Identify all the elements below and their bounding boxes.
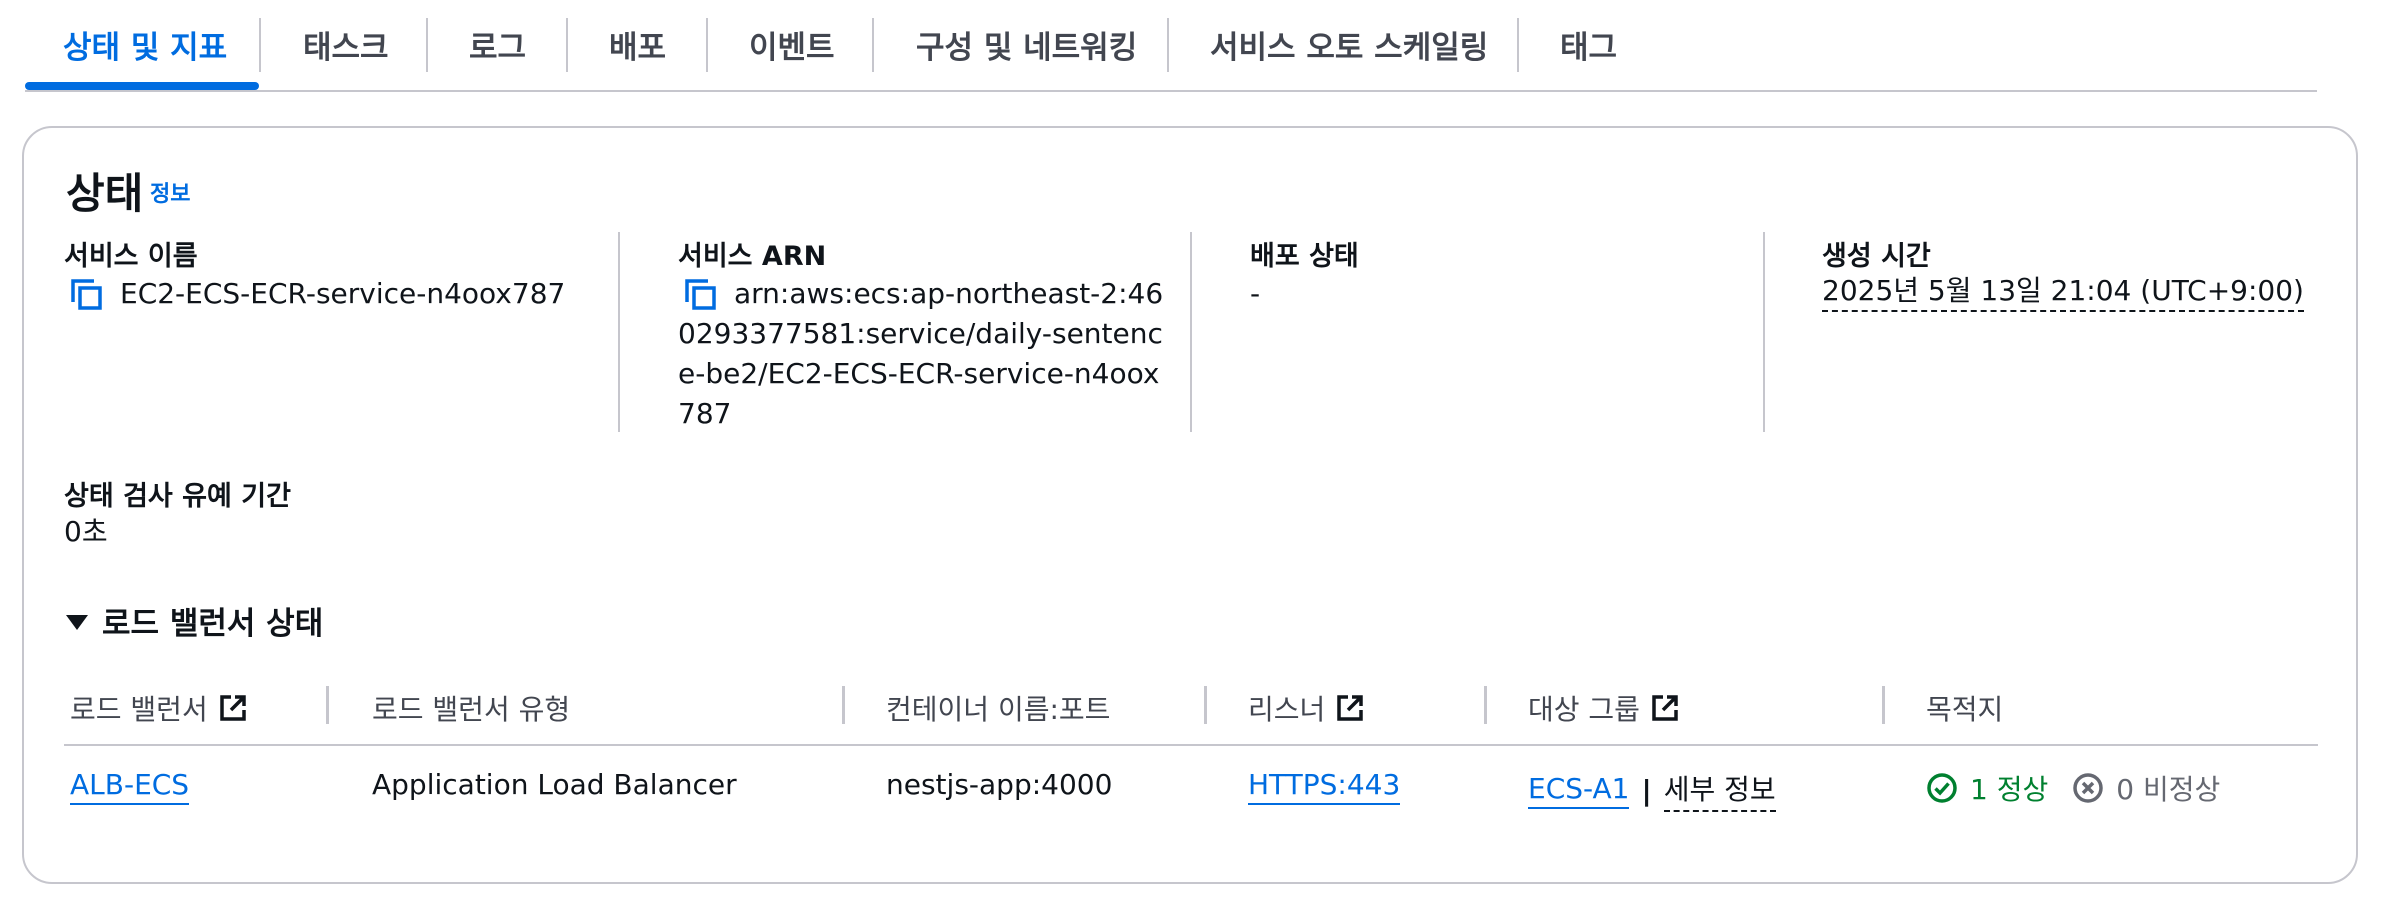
tab-events[interactable]: 이벤트 xyxy=(749,22,835,67)
header-label: 리스너 xyxy=(1248,693,1326,726)
cell-target-group: ECS-A1 | 세부 정보 xyxy=(1528,768,1776,812)
arn-line: 0293377581:service/daily-sentenc xyxy=(678,317,1163,350)
tab-bar: 상태 및 지표 태스크 로그 배포 이벤트 구성 및 네트워킹 서비스 오토 스… xyxy=(25,0,2317,92)
copy-icon[interactable] xyxy=(68,276,104,312)
check-circle-icon xyxy=(1927,773,1957,803)
header-divider xyxy=(842,686,845,724)
load-balancer-expander[interactable]: 로드 밸런서 상태 xyxy=(66,598,323,643)
tab-config-networking[interactable]: 구성 및 네트워킹 xyxy=(916,22,1137,67)
tab-tags[interactable]: 태그 xyxy=(1560,22,1617,67)
lb-name-link[interactable]: ALB-ECS xyxy=(70,768,190,805)
arn-line: e-be2/EC2-ECS-ECR-service-n4oox xyxy=(678,357,1160,390)
service-arn-label: 서비스 ARN xyxy=(678,241,827,272)
header-divider xyxy=(1204,686,1207,724)
tab-status-metrics[interactable]: 상태 및 지표 xyxy=(63,22,227,67)
external-link-icon[interactable] xyxy=(218,693,248,723)
service-name-value: EC2-ECS-ECR-service-n4oox787 xyxy=(120,277,566,310)
section-heading: 상태 xyxy=(66,169,144,218)
cell-container-port: nestjs-app:4000 xyxy=(886,768,1112,801)
header-label: 대상 그룹 xyxy=(1528,693,1640,726)
tab-service-auto-scaling[interactable]: 서비스 오토 스케일링 xyxy=(1210,22,1488,67)
healthy-count: 1 정상 xyxy=(1970,773,2049,806)
separator-text: | xyxy=(1641,773,1652,807)
tab-divider xyxy=(1517,18,1519,72)
created-time-label: 생성 시간 xyxy=(1822,241,1931,272)
header-label: 로드 밸런서 유형 xyxy=(372,693,571,726)
header-divider xyxy=(326,686,329,724)
tab-divider xyxy=(1167,18,1169,72)
grace-period-label: 상태 검사 유예 기간 xyxy=(64,481,291,512)
deploy-status-value: - xyxy=(1250,277,1261,310)
tab-tasks[interactable]: 태스크 xyxy=(303,22,389,67)
tab-logs[interactable]: 로그 xyxy=(469,22,526,67)
header-divider xyxy=(1484,686,1487,724)
header-destination: 목적지 xyxy=(1926,688,2003,728)
service-arn-value: arn:aws:ecs:ap-northeast-2:46 0293377581… xyxy=(678,274,1178,434)
x-circle-icon xyxy=(2073,773,2103,803)
tab-divider xyxy=(872,18,874,72)
tab-divider xyxy=(706,18,708,72)
external-link-icon[interactable] xyxy=(1650,693,1680,723)
header-listener: 리스너 xyxy=(1248,688,1365,728)
cell-destination: 1 정상 0 비정상 xyxy=(1926,768,2220,808)
arn-line: arn:aws:ecs:ap-northeast-2:46 xyxy=(734,277,1164,310)
status-panel: 상태 정보 서비스 이름 EC2-ECS-ECR-service-n4oox78… xyxy=(22,126,2358,884)
arn-line: 787 xyxy=(678,397,732,430)
column-divider xyxy=(618,232,620,432)
info-link[interactable]: 정보 xyxy=(150,176,190,208)
created-time-value[interactable]: 2025년 5월 13일 21:04 (UTC+9:00) xyxy=(1822,274,2304,312)
lb-type-text: Application Load Balancer xyxy=(372,768,737,801)
target-group-link[interactable]: ECS-A1 xyxy=(1528,772,1630,809)
service-name-label: 서비스 이름 xyxy=(64,241,198,272)
header-lb-type: 로드 밸런서 유형 xyxy=(372,688,570,728)
tab-divider xyxy=(259,18,261,72)
tab-divider xyxy=(566,18,568,72)
cell-lb-type: Application Load Balancer xyxy=(372,768,737,801)
header-label: 로드 밸런서 xyxy=(70,693,208,726)
tab-divider xyxy=(426,18,428,72)
details-link[interactable]: 세부 정보 xyxy=(1663,768,1776,812)
column-divider xyxy=(1763,232,1765,432)
header-container-port: 컨테이너 이름:포트 xyxy=(886,688,1110,728)
caret-down-icon xyxy=(66,615,88,630)
active-tab-indicator xyxy=(25,82,259,90)
header-label: 목적지 xyxy=(1926,693,2004,726)
expander-title: 로드 밸런서 상태 xyxy=(102,606,324,642)
header-label: 컨테이너 이름:포트 xyxy=(886,693,1111,726)
header-load-balancer: 로드 밸런서 xyxy=(70,688,248,728)
listener-link[interactable]: HTTPS:443 xyxy=(1248,768,1401,805)
header-target-group: 대상 그룹 xyxy=(1528,688,1680,728)
deploy-status-label: 배포 상태 xyxy=(1250,241,1359,272)
cell-lb-name: ALB-ECS xyxy=(70,768,190,805)
container-port-text: nestjs-app:4000 xyxy=(886,768,1113,801)
grace-period-value: 0초 xyxy=(64,515,108,548)
unhealthy-count: 0 비정상 xyxy=(2116,773,2221,806)
external-link-icon[interactable] xyxy=(1335,693,1365,723)
tab-deployments[interactable]: 배포 xyxy=(609,22,666,67)
table-header-rule xyxy=(64,744,2318,746)
cell-listener: HTTPS:443 xyxy=(1248,768,1401,805)
header-divider xyxy=(1882,686,1885,724)
column-divider xyxy=(1190,232,1192,432)
